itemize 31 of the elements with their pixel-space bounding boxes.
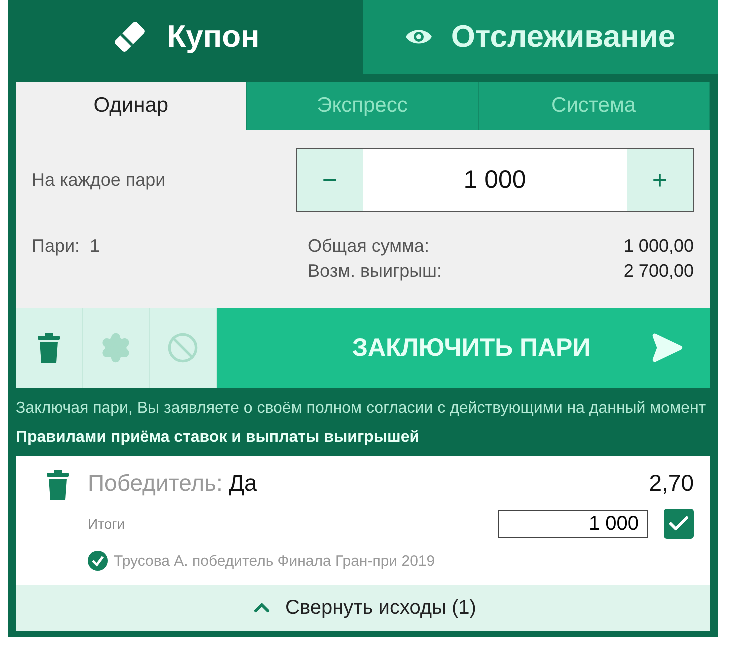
summary-label: Возм. выигрыш:	[307, 261, 443, 282]
bets-count-label: Пари:	[32, 236, 80, 257]
odds-value: 2,70	[649, 470, 694, 497]
trash-icon	[37, 333, 61, 363]
stake-value: 1 000	[462, 164, 528, 196]
checkbox[interactable]	[664, 509, 694, 539]
bets-count-value: 1	[90, 236, 100, 257]
tool-button[interactable]	[16, 308, 83, 388]
decrease-button[interactable]: −	[297, 149, 363, 211]
stake-input[interactable]: 1 000	[498, 510, 648, 538]
send-icon	[650, 331, 684, 365]
summary-value: 1 000,00	[624, 236, 694, 257]
check-circle-icon	[88, 551, 108, 571]
bet-type-tab[interactable]: Одинар	[16, 82, 248, 130]
market-name: Победитель:	[88, 470, 223, 497]
event-name: Итоги	[88, 516, 126, 532]
ban-icon	[167, 332, 199, 364]
stake-label: На каждое пари	[32, 170, 166, 190]
tab-label: Купон	[167, 19, 260, 55]
selection-name: Да	[228, 470, 258, 497]
summary-value: 2 700,00	[624, 261, 694, 282]
event-note: Трусова А. победитель Финала Гран-при 2019	[114, 552, 436, 570]
stake-stepper[interactable]: − 1 000 +	[296, 148, 694, 212]
disclaimer-text: Заключая пари, Вы заявляете о своём полном согласии с действующими на данный момент Правилами приёма ставок и выплаты выигрышей	[15, 399, 708, 448]
trash-icon	[46, 470, 70, 500]
rules-link[interactable]: Правилами приёма ставок и выплаты выигрышей	[16, 429, 420, 446]
increase-button[interactable]: +	[627, 149, 693, 211]
collapse-button[interactable]: Свернуть исходы (1)	[16, 585, 710, 631]
summary-label: Общая сумма:	[307, 236, 430, 257]
panel-tab[interactable]: Отслеживание	[363, 0, 718, 74]
tab-label: Отслеживание	[451, 19, 676, 55]
